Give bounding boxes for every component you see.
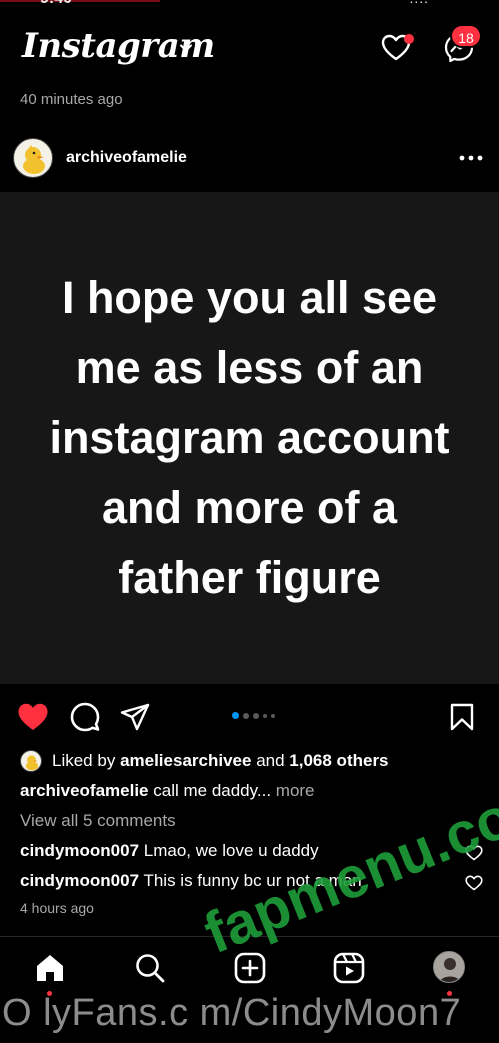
- caption-more-link[interactable]: more: [276, 781, 315, 800]
- profile-avatar[interactable]: [433, 951, 465, 983]
- status-bar: 9:40 ....: [0, 0, 499, 8]
- author-avatar[interactable]: [13, 138, 53, 178]
- signal-icon: ....: [409, 0, 429, 6]
- post-caption: archiveofamelie call me daddy... more: [20, 781, 315, 801]
- post-author-username[interactable]: archiveofamelie: [66, 149, 187, 167]
- carousel-indicator: [232, 712, 275, 719]
- post-actions: [0, 696, 499, 738]
- chevron-down-icon[interactable]: [178, 40, 194, 56]
- liker-avatar: [20, 750, 42, 772]
- likes-summary[interactable]: Liked by ameliesarchivee and 1,068 other…: [20, 748, 490, 774]
- share-paper-plane-icon[interactable]: [120, 702, 150, 732]
- save-bookmark-icon[interactable]: [449, 703, 475, 731]
- liked-by-prefix: Liked by: [52, 751, 116, 770]
- profile-photo-icon: [434, 952, 464, 982]
- search-icon[interactable]: [133, 951, 167, 985]
- reels-icon[interactable]: [332, 951, 366, 985]
- comment-text: Lmao, we love u daddy: [143, 841, 319, 860]
- more-options-icon[interactable]: [458, 152, 484, 164]
- post-image-text: I hope you all see me as less of an inst…: [49, 272, 450, 603]
- liked-by-and: and: [256, 751, 285, 770]
- caption-username[interactable]: archiveofamelie: [20, 781, 149, 800]
- duck-avatar-icon: [25, 755, 39, 771]
- carousel-dot: [243, 712, 249, 719]
- liked-by-others[interactable]: 1,068 others: [289, 751, 388, 771]
- like-heart-icon[interactable]: [17, 702, 49, 732]
- post-timestamp: 4 hours ago: [20, 900, 94, 916]
- status-time: 9:40: [40, 0, 72, 8]
- carousel-dot: [271, 713, 275, 718]
- comment-username[interactable]: cindymoon007: [20, 841, 139, 860]
- duck-avatar-icon: [23, 145, 45, 174]
- notification-dot: [404, 34, 414, 44]
- home-icon[interactable]: [33, 951, 67, 985]
- app-header: Instagram 18: [0, 16, 499, 82]
- carousel-dot: [253, 712, 259, 719]
- post-header: archiveofamelie: [0, 130, 499, 186]
- previous-post-time: 40 minutes ago: [20, 91, 123, 108]
- caption-text: call me daddy...: [153, 781, 272, 800]
- status-accent-line: [0, 0, 160, 2]
- comment-like-heart-icon[interactable]: [465, 875, 483, 891]
- post-image[interactable]: I hope you all see me as less of an inst…: [0, 192, 499, 684]
- carousel-dot: [232, 712, 239, 719]
- carousel-dot: [263, 713, 267, 718]
- view-all-comments-link[interactable]: View all 5 comments: [20, 811, 176, 831]
- liked-by-user[interactable]: ameliesarchivee: [120, 751, 251, 771]
- messages-badge: 18: [450, 24, 482, 48]
- comment-icon[interactable]: [70, 702, 100, 732]
- comment-item: cindymoon007 Lmao, we love u daddy: [20, 841, 319, 861]
- comment-username[interactable]: cindymoon007: [20, 871, 139, 890]
- watermark-url: O lyFans.c m/CindyMoon7: [2, 992, 462, 1034]
